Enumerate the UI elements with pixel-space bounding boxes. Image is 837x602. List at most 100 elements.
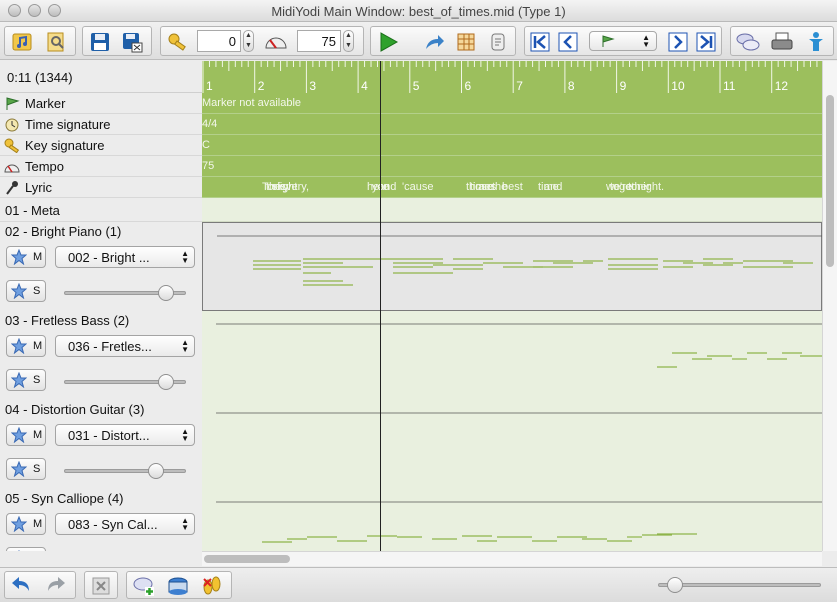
mute-button[interactable]: M <box>6 246 46 268</box>
printer-icon <box>771 32 793 50</box>
note-lane <box>216 412 822 414</box>
patch-select[interactable]: 002 - Bright ... ▲ ▼ <box>55 246 195 268</box>
play-icon <box>380 32 399 52</box>
volume-slider[interactable] <box>64 463 186 479</box>
marker-lane[interactable]: Marker not available <box>202 93 822 114</box>
vertical-scroll-thumb[interactable] <box>826 95 834 267</box>
vertical-scrollbar[interactable] <box>822 61 837 551</box>
gauge-icon <box>265 37 287 49</box>
volume-slider[interactable] <box>64 374 186 390</box>
bar-ruler[interactable]: 1 2 3 4 5 6 7 8 9 10 11 12 <box>202 61 822 93</box>
track-name: 05 - Syn Calliope (4) <box>5 491 124 506</box>
curved-arrow-icon <box>426 35 444 49</box>
grid-icon <box>457 33 475 51</box>
meta-label-key-signature: Key signature <box>25 138 105 153</box>
meta-row-key-signature[interactable]: Key signature <box>0 135 202 156</box>
time-position: 0:11 (1344) <box>7 70 73 85</box>
lyrics-bubbles-button[interactable] <box>735 29 761 55</box>
footsteps-button[interactable] <box>199 573 225 599</box>
solo-button[interactable]: S <box>6 547 46 551</box>
grid-view-button[interactable] <box>453 29 479 55</box>
help-person-button[interactable] <box>803 29 829 55</box>
add-lyric-button[interactable] <box>131 573 157 599</box>
track-lane[interactable] <box>202 489 822 551</box>
drum-kit-button[interactable] <box>165 573 191 599</box>
select-arrows-icon: ▲ ▼ <box>181 427 189 443</box>
meta-row-marker[interactable]: Marker <box>0 93 202 114</box>
mute-label: M <box>33 251 43 263</box>
search-songs-button[interactable] <box>43 29 69 55</box>
volume-knob[interactable] <box>157 374 174 390</box>
go-to-end-button[interactable] <box>693 29 719 55</box>
meta-track-row[interactable]: 01 - Meta <box>0 198 202 222</box>
horizontal-scroll-thumb[interactable] <box>204 555 290 563</box>
tools-group <box>730 26 834 56</box>
mute-button[interactable]: M <box>6 424 46 446</box>
tempo-gauge-button[interactable] <box>263 29 289 55</box>
time-signature-lane[interactable]: 4/4 <box>202 114 822 135</box>
mute-button[interactable]: M <box>6 335 46 357</box>
bar-number: 4 <box>361 79 368 93</box>
go-to-start-button[interactable] <box>527 29 553 55</box>
patch-select[interactable]: 036 - Fretles... ▲ ▼ <box>55 335 195 357</box>
transpose-key-button[interactable] <box>165 29 191 55</box>
solo-button[interactable]: S <box>6 458 46 480</box>
save-as-button[interactable] <box>119 29 145 55</box>
lyric-lane[interactable]: Tonighttheskyisvery,hereyouand'causethos… <box>202 177 822 198</box>
meta-row-tempo[interactable]: Tempo <box>0 156 202 177</box>
playhead[interactable] <box>380 61 381 551</box>
bar-number: 2 <box>258 79 265 93</box>
transpose-input[interactable]: 0 <box>197 30 241 52</box>
score-scroll-button[interactable] <box>485 29 511 55</box>
redo-jump-button[interactable] <box>421 29 447 55</box>
open-songs-button[interactable] <box>9 29 35 55</box>
patch-select[interactable]: 031 - Distort... ▲ ▼ <box>55 424 195 446</box>
skip-start-icon <box>530 32 550 52</box>
track-lane[interactable] <box>202 311 822 400</box>
track-row: 04 - Distortion Guitar (3) M 031 - Disto… <box>0 400 202 489</box>
select-arrows-icon: ▲ ▼ <box>642 33 650 49</box>
volume-knob[interactable] <box>157 285 174 301</box>
timeline-area[interactable]: 1 2 3 4 5 6 7 8 9 10 11 12 Marker not available 4/4… <box>202 61 822 551</box>
redo-button[interactable] <box>43 573 69 599</box>
meta-row-lyric[interactable]: Lyric <box>0 177 202 198</box>
save-button[interactable] <box>87 29 113 55</box>
key-icon <box>168 33 186 51</box>
mute-button[interactable]: M <box>6 513 46 535</box>
undo-button[interactable] <box>8 573 34 599</box>
scroll-icon <box>491 33 505 51</box>
tempo-input[interactable]: 75 <box>297 30 341 52</box>
horizontal-scrollbar[interactable] <box>202 551 822 566</box>
zoom-slider[interactable] <box>658 577 821 593</box>
print-button[interactable] <box>769 29 795 55</box>
tempo-lane[interactable]: 75 <box>202 156 822 177</box>
solo-button[interactable]: S <box>6 280 46 302</box>
tempo-stepper[interactable]: ▲ ▼ <box>343 30 354 52</box>
key-signature-lane[interactable]: C <box>202 135 822 156</box>
volume-slider[interactable] <box>64 285 186 301</box>
chevron-right-icon <box>668 32 688 52</box>
transpose-stepper[interactable]: ▲ ▼ <box>243 30 254 52</box>
meta-row-time-signature[interactable]: Time signature <box>0 114 202 135</box>
track-name: 03 - Fretless Bass (2) <box>5 313 130 328</box>
play-button[interactable] <box>375 29 401 55</box>
meta-track-lane[interactable] <box>202 198 822 222</box>
track-lane[interactable] <box>202 400 822 489</box>
patch-value: 031 - Distort... <box>68 428 150 443</box>
patch-value: 002 - Bright ... <box>68 250 150 265</box>
zoom-knob[interactable] <box>667 577 683 593</box>
select-arrows-icon: ▲ ▼ <box>181 516 189 532</box>
track-lane-selected[interactable] <box>202 222 822 311</box>
marker-select[interactable]: ▲ ▼ <box>589 31 657 51</box>
volume-knob[interactable] <box>148 463 165 479</box>
note-lane <box>216 323 822 368</box>
patch-select[interactable]: 083 - Syn Cal... ▲ ▼ <box>55 513 195 535</box>
save-group <box>82 26 152 56</box>
next-button[interactable] <box>665 29 691 55</box>
clock-icon <box>5 118 19 132</box>
solo-button[interactable]: S <box>6 369 46 391</box>
main-window: MidiYodi Main Window: best_of_times.mid … <box>0 0 837 602</box>
delete-button[interactable] <box>88 573 114 599</box>
previous-button[interactable] <box>555 29 581 55</box>
marker-flag-icon <box>602 35 615 47</box>
